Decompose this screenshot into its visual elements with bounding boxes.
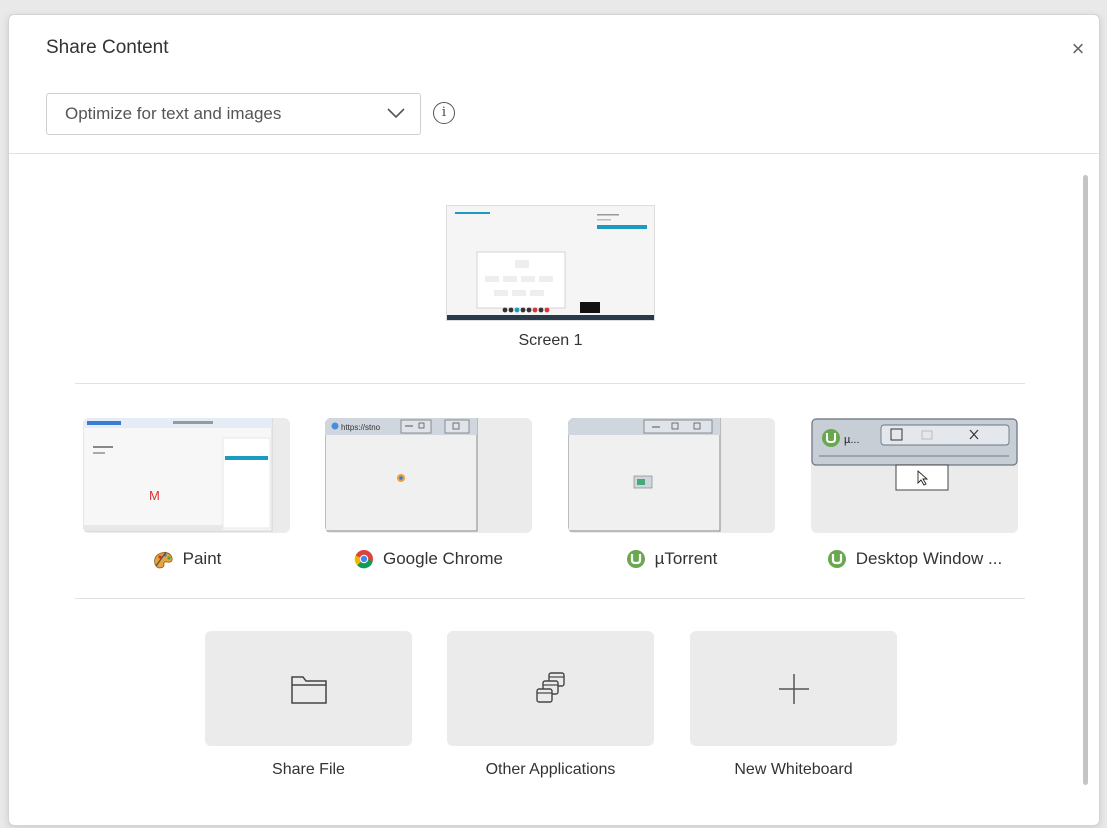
window-label-desktop-window: Desktop Window ... bbox=[811, 549, 1018, 569]
info-icon[interactable]: i bbox=[433, 102, 455, 124]
other-applications-button[interactable] bbox=[447, 631, 654, 746]
dialog-title: Share Content bbox=[46, 37, 169, 58]
paint-window-preview: M bbox=[83, 418, 273, 532]
window-label-text: Desktop Window ... bbox=[855, 549, 1003, 568]
utorrent-window-preview bbox=[568, 418, 721, 532]
chrome-icon bbox=[354, 550, 373, 569]
other-applications-label: Other Applications bbox=[485, 761, 616, 778]
window-label-google-chrome: Google Chrome bbox=[325, 549, 532, 569]
utorrent-icon bbox=[626, 550, 645, 568]
section-divider bbox=[75, 383, 1025, 384]
share-file-button[interactable] bbox=[205, 631, 412, 746]
window-label-utorrent: µTorrent bbox=[568, 549, 775, 569]
window-tile-desktop-window[interactable]: µ... bbox=[811, 418, 1018, 533]
svg-text:https://stno: https://stno bbox=[341, 423, 381, 432]
optimize-dropdown-value: Optimize for text and images bbox=[65, 104, 282, 123]
window-tile-utorrent[interactable] bbox=[568, 418, 775, 533]
window-tile-paint[interactable]: M bbox=[83, 418, 290, 533]
window-label-text: Paint bbox=[182, 549, 222, 568]
folder-icon bbox=[290, 675, 327, 704]
screen-1-preview bbox=[447, 206, 654, 320]
share-content-dialog: Share Content × Optimize for text and im… bbox=[8, 14, 1100, 826]
paint-icon bbox=[153, 551, 173, 569]
share-file-label: Share File bbox=[272, 761, 345, 778]
svg-text:M: M bbox=[149, 488, 160, 503]
scrollbar[interactable] bbox=[1083, 175, 1088, 785]
window-tile-google-chrome[interactable]: https://stno bbox=[325, 418, 532, 533]
new-whiteboard-button[interactable] bbox=[690, 631, 897, 746]
new-whiteboard-label: New Whiteboard bbox=[734, 761, 853, 778]
screen-1-label: Screen 1 bbox=[518, 332, 583, 349]
chrome-window-preview: https://stno bbox=[325, 418, 478, 532]
desktop-window-preview: µ... bbox=[811, 418, 1018, 491]
chevron-down-icon bbox=[387, 108, 405, 119]
section-divider bbox=[75, 598, 1025, 599]
header-divider bbox=[9, 153, 1099, 154]
window-label-paint: Paint bbox=[83, 549, 290, 569]
window-label-text: µTorrent bbox=[654, 549, 718, 568]
window-label-text: Google Chrome bbox=[382, 549, 503, 568]
svg-text:µ...: µ... bbox=[844, 434, 860, 446]
screen-1-thumbnail[interactable] bbox=[446, 205, 655, 321]
optimize-dropdown[interactable]: Optimize for text and images bbox=[46, 93, 421, 135]
utorrent-icon bbox=[827, 550, 846, 568]
plus-icon bbox=[778, 673, 809, 704]
stacked-windows-icon bbox=[535, 671, 565, 703]
close-icon[interactable]: × bbox=[1067, 38, 1089, 61]
